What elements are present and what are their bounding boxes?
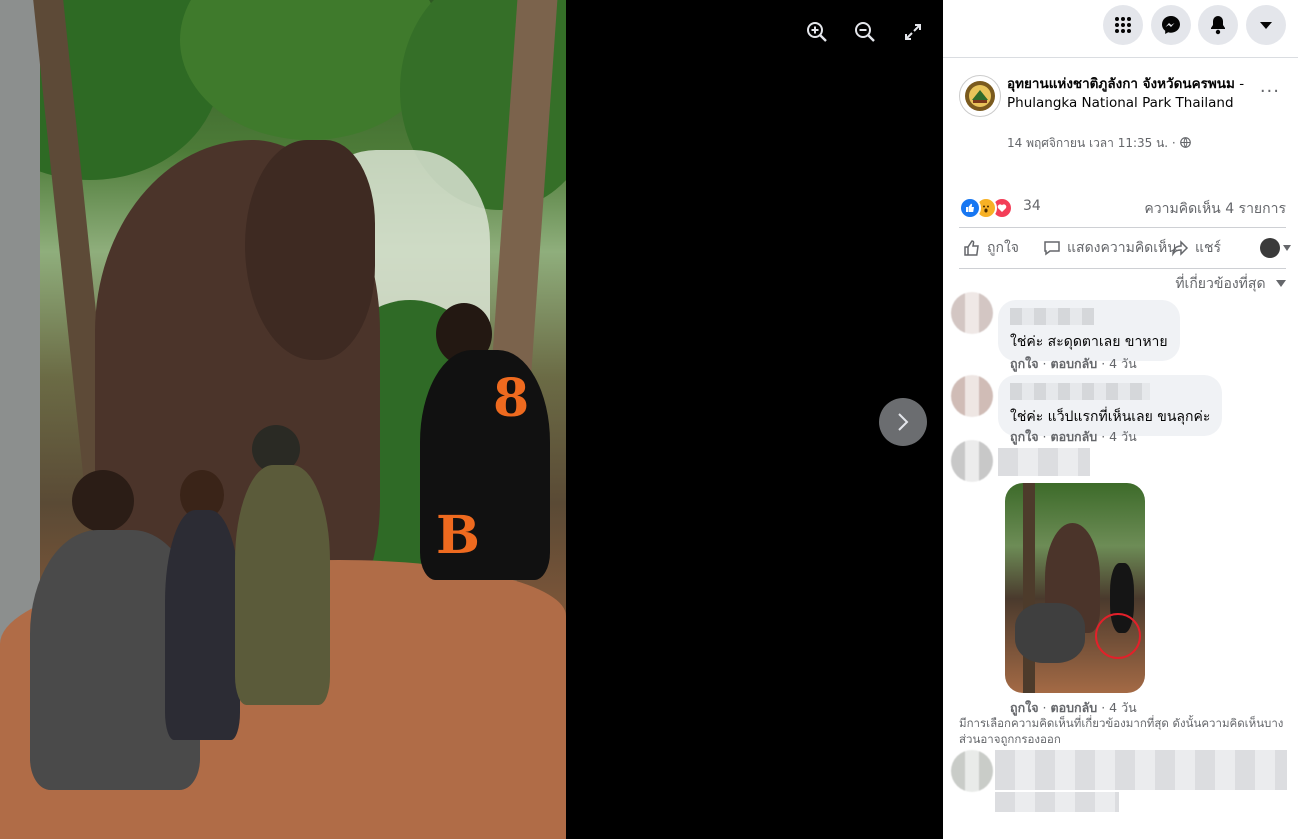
photo-person [165,510,240,740]
share-icon [1172,240,1189,257]
comment-label: แสดงความคิดเห็น [1067,240,1177,256]
account-button[interactable] [1246,5,1286,45]
comment-image[interactable] [1005,483,1145,693]
menu-button[interactable] [1103,5,1143,45]
commenter-avatar[interactable] [951,375,993,417]
fullscreen-icon [905,24,921,40]
comment-text: ใช่ค่ะ แว็ปแรกที่เห็นเลย ขนลุกค่ะ [1010,409,1211,425]
share-label: แชร์ [1195,240,1222,256]
page-name[interactable]: อุทยานแห่งชาติภูลังกา จังหวัดนครพนม - Ph… [1007,75,1267,113]
comment-actions: ถูกใจ · ตอบกลับ · 4 วัน [1010,356,1137,371]
timestamp-text[interactable]: 14 พฤศจิกายน เวลา 11:35 น. · [1007,136,1180,150]
comment-item: ใช่ค่ะ แว็ปแรกที่เห็นเลย ขนลุกค่ะ ถูกใจ … [951,375,1290,447]
fullscreen-button[interactable] [895,14,931,50]
menu-grid-icon [1115,17,1131,33]
comment-reply-link[interactable]: ตอบกลับ [1051,700,1098,715]
post-actions: ถูกใจ แสดงความคิดเห็น แชร์ [959,227,1291,269]
photo-viewer: 8 B [0,0,943,839]
user-avatar [1260,238,1280,258]
comment-count[interactable]: ความคิดเห็น 4 รายการ [1144,198,1286,220]
notifications-button[interactable] [1198,5,1238,45]
post-side-panel: อุทยานแห่งชาติภูลังกา จังหวัดนครพนม - Ph… [943,0,1298,839]
like-reaction-icon[interactable] [959,197,981,219]
comment-button[interactable]: แสดงความคิดเห็น [1043,237,1177,259]
like-button[interactable]: ถูกใจ [963,237,1019,259]
react-as-selector[interactable] [1260,238,1291,258]
caret-down-icon [1283,245,1291,251]
share-button[interactable]: แชร์ [1171,237,1221,259]
next-photo-button[interactable] [879,398,927,446]
photo-rock-top [245,140,375,360]
comment-item: ใช่ค่ะ สะดุดตาเลย ขาหาย ถูกใจ · ตอบกลับ … [951,292,1290,372]
commenter-name-blurred[interactable] [998,448,1090,476]
commenter-name-blurred[interactable] [1010,383,1150,400]
park-emblem-icon [965,81,995,111]
comment-icon [1044,241,1060,256]
image-people [1015,603,1085,663]
zoom-out-icon [855,22,875,42]
photo-person-head [72,470,134,532]
comment-time[interactable]: 4 วัน [1109,700,1137,715]
top-bar [943,0,1298,58]
zoom-in-icon [807,22,827,42]
like-label: ถูกใจ [987,240,1019,256]
thumbs-up-icon [964,240,979,256]
blurred-comment-content [995,750,1287,790]
zoom-in-button[interactable] [799,14,835,50]
caret-down-icon [1276,280,1286,287]
comment-like-link[interactable]: ถูกใจ [1010,356,1039,371]
commenter-avatar[interactable] [951,440,993,482]
photo-shorts-numeral: B [436,505,480,566]
account-dropdown-icon [1260,22,1272,29]
comment-text: ใช่ค่ะ สะดุดตาเลย ขาหาย [1010,334,1168,350]
post-photo[interactable]: 8 B [0,0,566,839]
sort-label: ที่เกี่ยวข้องที่สุด [1175,276,1266,292]
comment-like-link[interactable]: ถูกใจ [1010,700,1039,715]
messenger-icon [1162,16,1180,34]
blurred-comment-content [995,792,1119,812]
comment-reply-link[interactable]: ตอบกลับ [1051,356,1098,371]
more-options-button[interactable]: ··· [1260,81,1280,102]
photo-jacket-numeral: 8 [493,368,530,429]
reactions-summary: 34 ความคิดเห็น 4 รายการ [959,195,1286,219]
post-timestamp[interactable]: 14 พฤศจิกายน เวลา 11:35 น. · [1007,134,1191,153]
commenter-avatar[interactable] [951,750,993,792]
wow-face-icon [983,205,989,213]
red-circle-highlight [1095,613,1141,659]
comment-item: ถูกใจ · ตอบกลับ · 4 วัน [951,440,1290,720]
chevron-right-icon [898,413,909,431]
messenger-button[interactable] [1151,5,1191,45]
notifications-icon [1211,16,1225,35]
heart-icon [997,204,1007,212]
photo-person [235,465,330,705]
comment-bubble: ใช่ค่ะ สะดุดตาเลย ขาหาย [998,300,1180,361]
filtered-comments-notice: มีการเลือกความคิดเห็นที่เกี่ยวข้องมากที่… [959,716,1284,746]
page-name-bold[interactable]: อุทยานแห่งชาติภูลังกา จังหวัดนครพนม [1007,76,1235,92]
reaction-count[interactable]: 34 [1023,198,1041,214]
comment-time[interactable]: 4 วัน [1109,356,1137,371]
commenter-name-blurred[interactable] [1010,308,1094,325]
thumbs-up-icon [966,203,974,212]
zoom-out-button[interactable] [847,14,883,50]
commenter-avatar[interactable] [951,292,993,334]
globe-icon [1179,137,1191,148]
page-avatar[interactable] [959,75,1001,117]
